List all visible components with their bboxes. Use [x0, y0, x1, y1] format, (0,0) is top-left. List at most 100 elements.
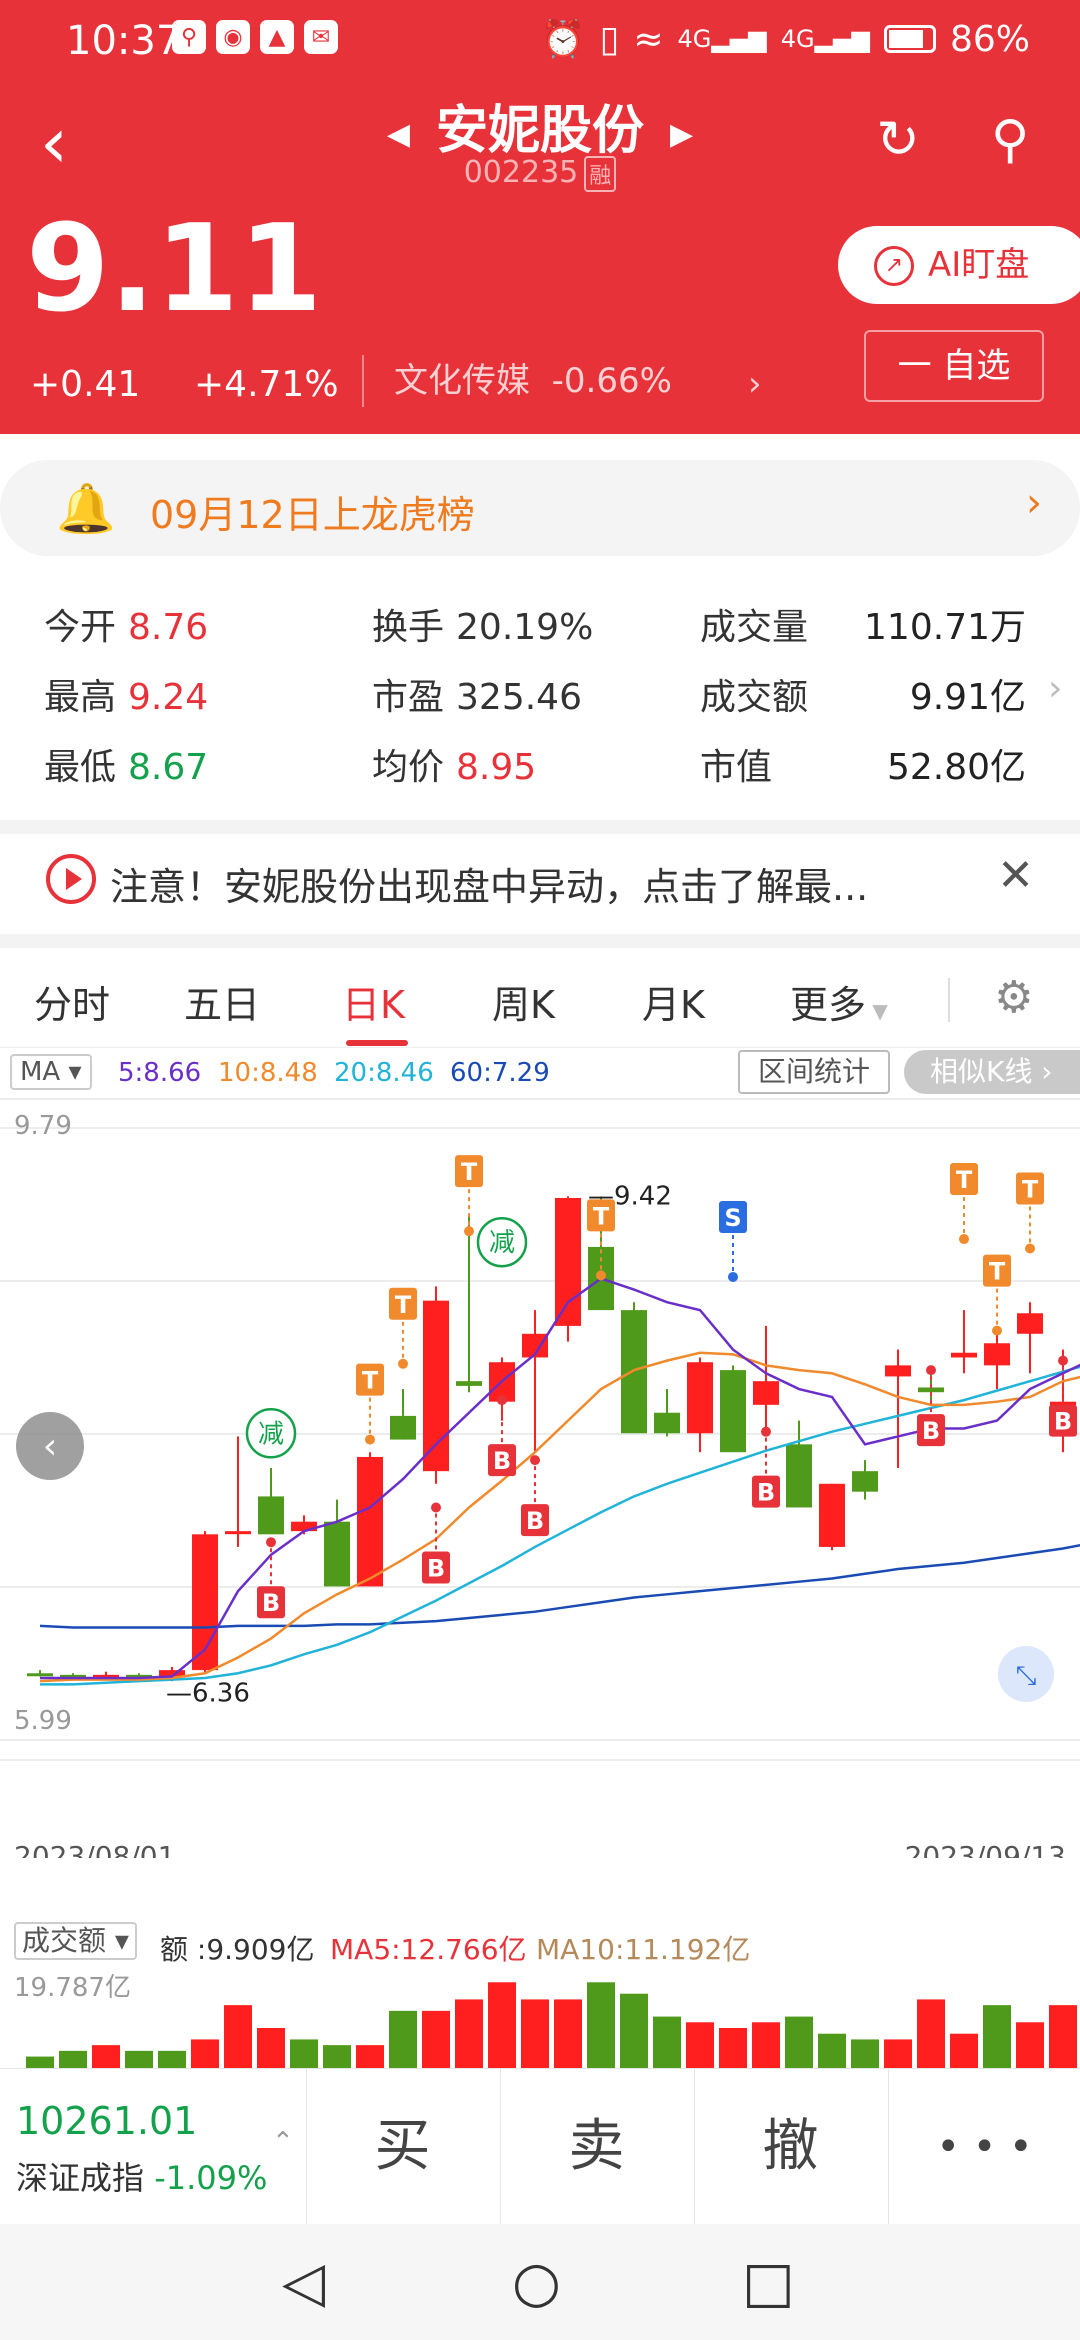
sell-button[interactable]: 卖: [500, 2069, 692, 2225]
x-end-label: 2023/09/13: [905, 1840, 1066, 1858]
volume-ma10: MA10:11.192亿: [536, 1933, 751, 1966]
volume-bar: [620, 1993, 648, 2068]
candle-body: [918, 1387, 944, 1393]
tab-more[interactable]: 更多 ▼: [790, 974, 888, 1029]
candle-body: [984, 1343, 1010, 1366]
trade-marker-label: B: [427, 1554, 445, 1582]
buy-button[interactable]: 买: [306, 2069, 498, 2225]
nav-home-icon[interactable]: ○: [512, 2250, 561, 2315]
stat-value: 8.95: [456, 747, 537, 788]
marker-dot: [431, 1502, 441, 1513]
stat-pe: 市盈 325.46: [372, 668, 582, 720]
stat-value: 325.46: [456, 677, 582, 718]
index-name: 深证成指: [16, 2159, 145, 2197]
anomaly-notice[interactable]: 注意！安妮股份出现盘中异动，点击了解最... ✕: [0, 836, 1080, 932]
stats-expand-icon[interactable]: ›: [1048, 668, 1062, 709]
volume-bar: [983, 2005, 1011, 2068]
mail-icon: ✉: [304, 20, 338, 54]
tab-weekly-k[interactable]: 周K: [492, 974, 555, 1029]
candle-body: [390, 1415, 416, 1440]
volume-bar: [1049, 2005, 1077, 2068]
stat-value: 8.67: [128, 747, 209, 788]
candle-body: [720, 1370, 746, 1453]
marker-dot: [398, 1358, 408, 1369]
volume-bar: [191, 2039, 219, 2068]
search-app-icon: ⚲: [172, 20, 206, 54]
more-button[interactable]: • • •: [888, 2069, 1080, 2225]
trade-marker-label: T: [989, 1258, 1006, 1286]
marker-dot: [728, 1271, 738, 1282]
close-icon[interactable]: ✕: [997, 850, 1034, 901]
index-row[interactable]: 深证成指 -1.09%: [16, 2153, 267, 2199]
reduce-marker-label: 减: [489, 1228, 515, 1258]
volume-selector[interactable]: 成交额 ▾: [14, 1922, 137, 1960]
chevron-up-icon[interactable]: ⌃: [272, 2127, 294, 2157]
nav-recent-icon[interactable]: □: [742, 2250, 795, 2315]
industry-arrow-icon[interactable]: ›: [748, 364, 762, 404]
trade-marker-label: T: [461, 1158, 478, 1186]
industry-link[interactable]: 文化传媒 -0.66%: [362, 355, 672, 407]
kline-chart[interactable]: 9.795.992023/08/01 2023/09/13—9.42—6.36减B…: [0, 1098, 1080, 1858]
volume-bar: [290, 2039, 318, 2068]
tab-intraday[interactable]: 分时: [34, 974, 110, 1029]
stat-value: 9.24: [128, 677, 209, 718]
divider: [0, 820, 1080, 834]
trade-marker-label: T: [593, 1202, 610, 1230]
bottom-trade-bar: 10261.01 深证成指 -1.09% ⌃ 买 卖 撤 • • •: [0, 2068, 1080, 2225]
candle-body: [324, 1521, 350, 1587]
add-watchlist-button[interactable]: 一 自选: [864, 330, 1044, 402]
play-circle-icon: [46, 854, 96, 904]
gear-icon[interactable]: ⚙: [994, 972, 1033, 1023]
tab-daily-k[interactable]: 日K: [342, 974, 405, 1029]
divider: [0, 934, 1080, 948]
marker-dot: [530, 1455, 540, 1466]
tab-five-day[interactable]: 五日: [184, 974, 260, 1029]
marker-dot: [497, 1395, 507, 1406]
system-nav-bar: ◁ ○ □: [0, 2224, 1080, 2340]
trade-marker-label: T: [1022, 1176, 1039, 1204]
nav-back-icon[interactable]: ◁: [282, 2250, 325, 2315]
volume-bar: [92, 2045, 120, 2068]
similar-k-button[interactable]: 相似K线 ›: [904, 1050, 1080, 1094]
volume-bar: [257, 2028, 285, 2068]
volume-bar: [59, 2050, 87, 2068]
quote-stats[interactable]: 今开 8.76 最高 9.24 最低 8.67 换手 20.19% 市盈 325.46 均…: [0, 580, 1080, 788]
x-start-label: 2023/08/01: [14, 1840, 175, 1858]
volume-bar: [950, 2033, 978, 2068]
volume-bar: [653, 2016, 681, 2068]
candle-body: [27, 1673, 53, 1677]
next-stock-icon[interactable]: ▶: [670, 117, 693, 152]
candle-body: [951, 1352, 977, 1358]
volume-bar: [587, 1982, 615, 2068]
index-value[interactable]: 10261.01: [16, 2099, 197, 2143]
trade-marker-label: S: [724, 1204, 741, 1232]
battery-icon: [883, 25, 936, 53]
signal-icon: 4G▂▄▆: [677, 25, 767, 53]
dragon-tiger-banner[interactable]: 🔔 09月12日上龙虎榜 ›: [0, 460, 1080, 556]
trade-marker-label: B: [526, 1507, 544, 1535]
prev-stock-icon[interactable]: ◀: [387, 117, 410, 152]
candle-body: [258, 1496, 284, 1535]
volume-bar: [752, 2022, 780, 2068]
battery-level: 86%: [949, 18, 1030, 60]
ma-selector[interactable]: MA ▾: [10, 1054, 92, 1090]
stat-amt-value: 9.91亿: [909, 677, 1026, 718]
tab-monthly-k[interactable]: 月K: [642, 974, 705, 1029]
stat-label: 换手: [372, 607, 445, 648]
search-icon[interactable]: ⚲: [978, 108, 1042, 172]
cancel-order-button[interactable]: 撤: [694, 2069, 886, 2225]
bell-icon: 🔔: [56, 481, 116, 537]
volume-chart[interactable]: 19.787亿: [0, 1968, 1080, 2068]
trade-marker-label: T: [395, 1291, 412, 1319]
range-stats-button[interactable]: 区间统计: [738, 1050, 890, 1094]
volume-selector-label: 成交额: [22, 1924, 107, 1957]
volume-bar: [785, 2016, 813, 2068]
ma20-value: 20:8.46: [334, 1058, 434, 1088]
refresh-icon[interactable]: ↻: [866, 108, 930, 172]
ai-watch-button[interactable]: ↗ AI盯盘: [838, 226, 1080, 304]
banner-text: 09月12日上龙虎榜: [150, 493, 475, 537]
stat-mcap-value: 52.80亿: [886, 747, 1026, 788]
stat-value: 20.19%: [456, 607, 594, 648]
status-time: 10:37: [66, 18, 182, 64]
active-tab-indicator: [346, 1040, 408, 1046]
